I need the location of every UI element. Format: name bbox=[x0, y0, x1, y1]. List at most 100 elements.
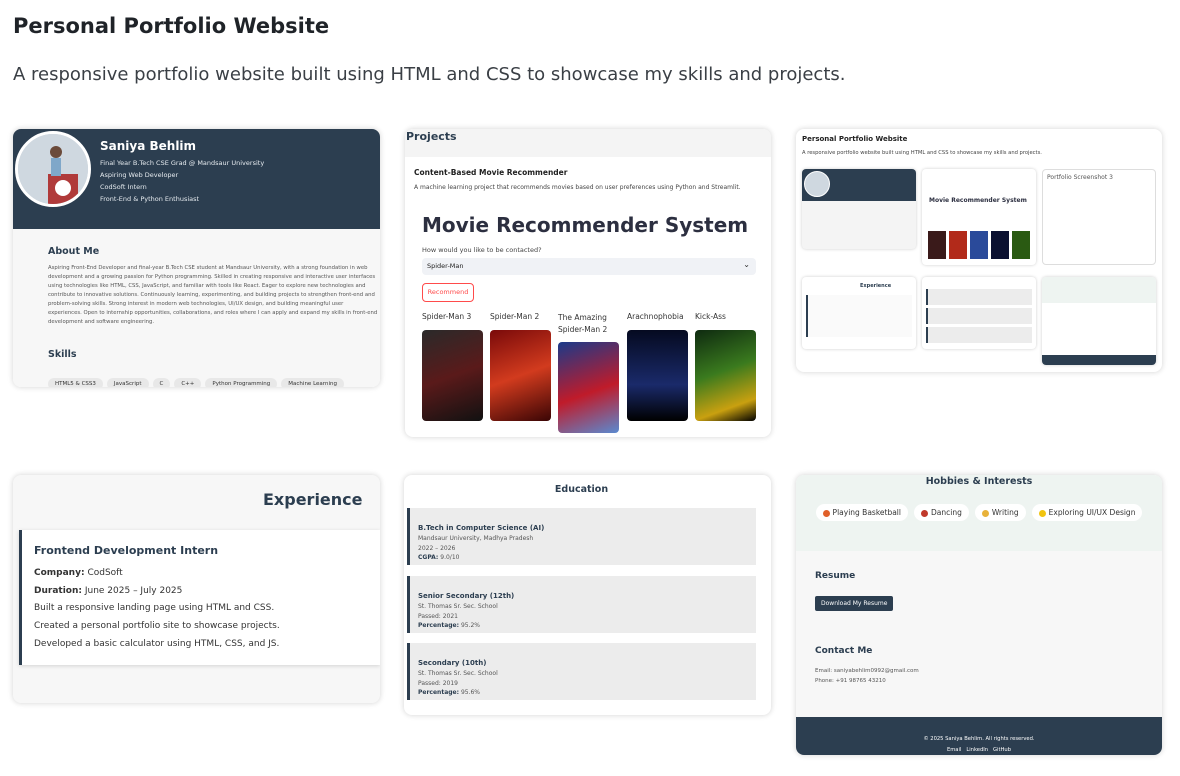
contact-heading: Contact Me bbox=[815, 646, 873, 656]
edu-value: 95.6% bbox=[460, 689, 480, 697]
movie-select[interactable]: Spider-Man ⌄ bbox=[422, 258, 756, 275]
projects-header: Projects bbox=[405, 129, 771, 157]
company-label: Company: bbox=[34, 568, 85, 578]
company-value: CodSoft bbox=[87, 568, 123, 578]
edu-line: St. Thomas Sr. Sec. School bbox=[418, 670, 498, 677]
movie-label: Spider-Man 3 bbox=[422, 312, 472, 321]
writing-hand-icon bbox=[981, 509, 989, 517]
skill-pill: HTML5 & CSS3 bbox=[48, 378, 103, 387]
skill-pill: C++ bbox=[174, 378, 202, 387]
contact-phone: Phone: +91 98765 43210 bbox=[815, 678, 886, 684]
edu-value: 95.2% bbox=[460, 622, 480, 630]
education-entry: Senior Secondary (12th) St. Thomas Sr. S… bbox=[407, 576, 756, 633]
hobbies-heading: Hobbies & Interests bbox=[925, 476, 1033, 487]
app-title: Movie Recommender System bbox=[422, 213, 749, 237]
mini-app-title: Movie Recommender System bbox=[929, 197, 1027, 204]
hobbies-section: Hobbies & Interests Playing Basketball Da… bbox=[796, 475, 1162, 551]
mini-thumb-hobbies bbox=[1042, 277, 1156, 365]
footer-copyright: © 2025 Saniya Behlim. All rights reserve… bbox=[923, 736, 1035, 742]
project-title: Content-Based Movie Recommender bbox=[414, 168, 568, 177]
hobby-label: Dancing bbox=[930, 508, 962, 517]
movie-label: Spider-Man 2 bbox=[490, 312, 540, 321]
poster-image bbox=[695, 330, 756, 421]
movie-label: Kick-Ass bbox=[695, 312, 726, 321]
duration-label: Duration: bbox=[34, 586, 82, 596]
broken-image: Portfolio Screenshot 3 bbox=[1042, 169, 1156, 265]
hobby-pill: Playing Basketball bbox=[815, 504, 908, 521]
experience-company: Company: CodSoft bbox=[34, 568, 123, 578]
skill-pill: Machine Learning bbox=[281, 378, 344, 387]
skill-pill: JavaScript bbox=[106, 378, 149, 387]
avatar bbox=[15, 131, 91, 207]
edu-line: Mandsaur University, Madhya Pradesh bbox=[418, 535, 534, 542]
broken-image-alt: Portfolio Screenshot 3 bbox=[1047, 174, 1113, 181]
edu-line: 2022 – 2026 bbox=[418, 544, 456, 552]
experience-role: Frontend Development Intern bbox=[34, 544, 219, 557]
footer: © 2025 Saniya Behlim. All rights reserve… bbox=[796, 717, 1162, 755]
mini-title: Personal Portfolio Website bbox=[802, 135, 908, 143]
experience-item: Developed a basic calculator using HTML,… bbox=[34, 639, 280, 649]
footer-link-email[interactable]: Email bbox=[947, 747, 961, 753]
poster-image bbox=[558, 342, 619, 433]
edu-label: Percentage: bbox=[418, 689, 460, 697]
footer-link-github[interactable]: GitHub bbox=[993, 747, 1011, 753]
hobby-pill: Dancing bbox=[913, 504, 969, 521]
hobby-label: Playing Basketball bbox=[832, 508, 901, 517]
skill-pill: Python Programming bbox=[205, 378, 278, 387]
skills-list: HTML5 & CSS3 JavaScript C C++ Python Program… bbox=[48, 370, 348, 387]
chevron-down-icon: ⌄ bbox=[743, 260, 750, 269]
movie-label: The Amazing Spider-Man 2 bbox=[558, 313, 608, 334]
hobby-pill: Writing bbox=[974, 504, 1026, 521]
hobby-list: Playing Basketball Dancing Writing Explorin… bbox=[796, 500, 1162, 521]
experience-item: Built a responsive landing page using HT… bbox=[34, 603, 275, 613]
select-value: Spider-Man bbox=[427, 262, 464, 270]
profile-line: Front-End & Python Enthusiast bbox=[100, 195, 200, 203]
screenshot-experience[interactable]: Experience Frontend Development Intern C… bbox=[13, 475, 380, 703]
page-title: Personal Portfolio Website bbox=[13, 14, 330, 38]
edu-line: Passed: 2021 bbox=[418, 612, 458, 620]
edu-line: St. Thomas Sr. Sec. School bbox=[418, 603, 498, 610]
edu-label: CGPA: bbox=[418, 554, 439, 562]
poster-image bbox=[490, 330, 551, 421]
mini-thumb-experience: Experience bbox=[802, 277, 916, 349]
screenshot-portfolio-overview[interactable]: Personal Portfolio Website A responsive … bbox=[796, 129, 1162, 372]
experience-item: Created a personal portfolio site to sho… bbox=[34, 621, 280, 631]
mini-thumb-education bbox=[922, 277, 1036, 349]
experience-duration: Duration: June 2025 – July 2025 bbox=[34, 586, 182, 596]
hobby-pill: Exploring UI/UX Design bbox=[1031, 504, 1143, 521]
recommend-button[interactable]: Recommend bbox=[422, 283, 474, 302]
projects-heading: Projects bbox=[406, 130, 457, 143]
screenshot-profile[interactable]: Saniya Behlim Final Year B.Tech CSE Grad… bbox=[13, 129, 380, 387]
select-label: How would you like to be contacted? bbox=[422, 246, 542, 254]
screenshot-hobbies-contact[interactable]: Hobbies & Interests Playing Basketball Da… bbox=[796, 475, 1162, 755]
skills-heading: Skills bbox=[48, 349, 77, 360]
poster-image bbox=[627, 330, 688, 421]
edu-title: Secondary (10th) bbox=[418, 659, 487, 667]
mini-thumb-profile bbox=[802, 169, 916, 249]
hobby-label: Writing bbox=[991, 508, 1019, 517]
edu-title: B.Tech in Computer Science (AI) bbox=[418, 524, 545, 532]
footer-link-linkedin[interactable]: LinkedIn bbox=[966, 747, 988, 753]
palette-icon bbox=[1038, 509, 1046, 517]
experience-heading: Experience bbox=[263, 490, 363, 509]
mini-exp-heading: Experience bbox=[860, 283, 892, 289]
profile-line: Aspiring Web Developer bbox=[100, 171, 179, 179]
edu-value: 9.0/10 bbox=[440, 554, 460, 562]
skill-pill: C bbox=[152, 378, 171, 387]
screenshot-projects[interactable]: Projects Content-Based Movie Recommender… bbox=[405, 129, 771, 437]
basketball-icon bbox=[822, 509, 830, 517]
profile-name: Saniya Behlim bbox=[100, 139, 197, 153]
mini-thumb-projects: Movie Recommender System bbox=[922, 169, 1036, 265]
download-resume-button[interactable]: Download My Resume bbox=[815, 596, 894, 611]
edu-title: Senior Secondary (12th) bbox=[418, 592, 515, 600]
profile-line: Final Year B.Tech CSE Grad @ Mandsaur Un… bbox=[100, 159, 265, 167]
edu-label: Percentage: bbox=[418, 622, 460, 630]
education-entry: B.Tech in Computer Science (AI) Mandsaur… bbox=[407, 508, 756, 565]
duration-value: June 2025 – July 2025 bbox=[84, 586, 183, 596]
screenshot-education[interactable]: Education B.Tech in Computer Science (AI… bbox=[404, 475, 771, 715]
experience-card: Frontend Development Intern Company: Cod… bbox=[19, 530, 380, 665]
footer-links: Email LinkedIn GitHub bbox=[796, 747, 1162, 753]
contact-email: Email: saniyabehlim0992@gmail.com bbox=[815, 668, 919, 674]
dancer-icon bbox=[920, 509, 928, 517]
mini-subtitle: A responsive portfolio website built usi… bbox=[802, 150, 1042, 156]
